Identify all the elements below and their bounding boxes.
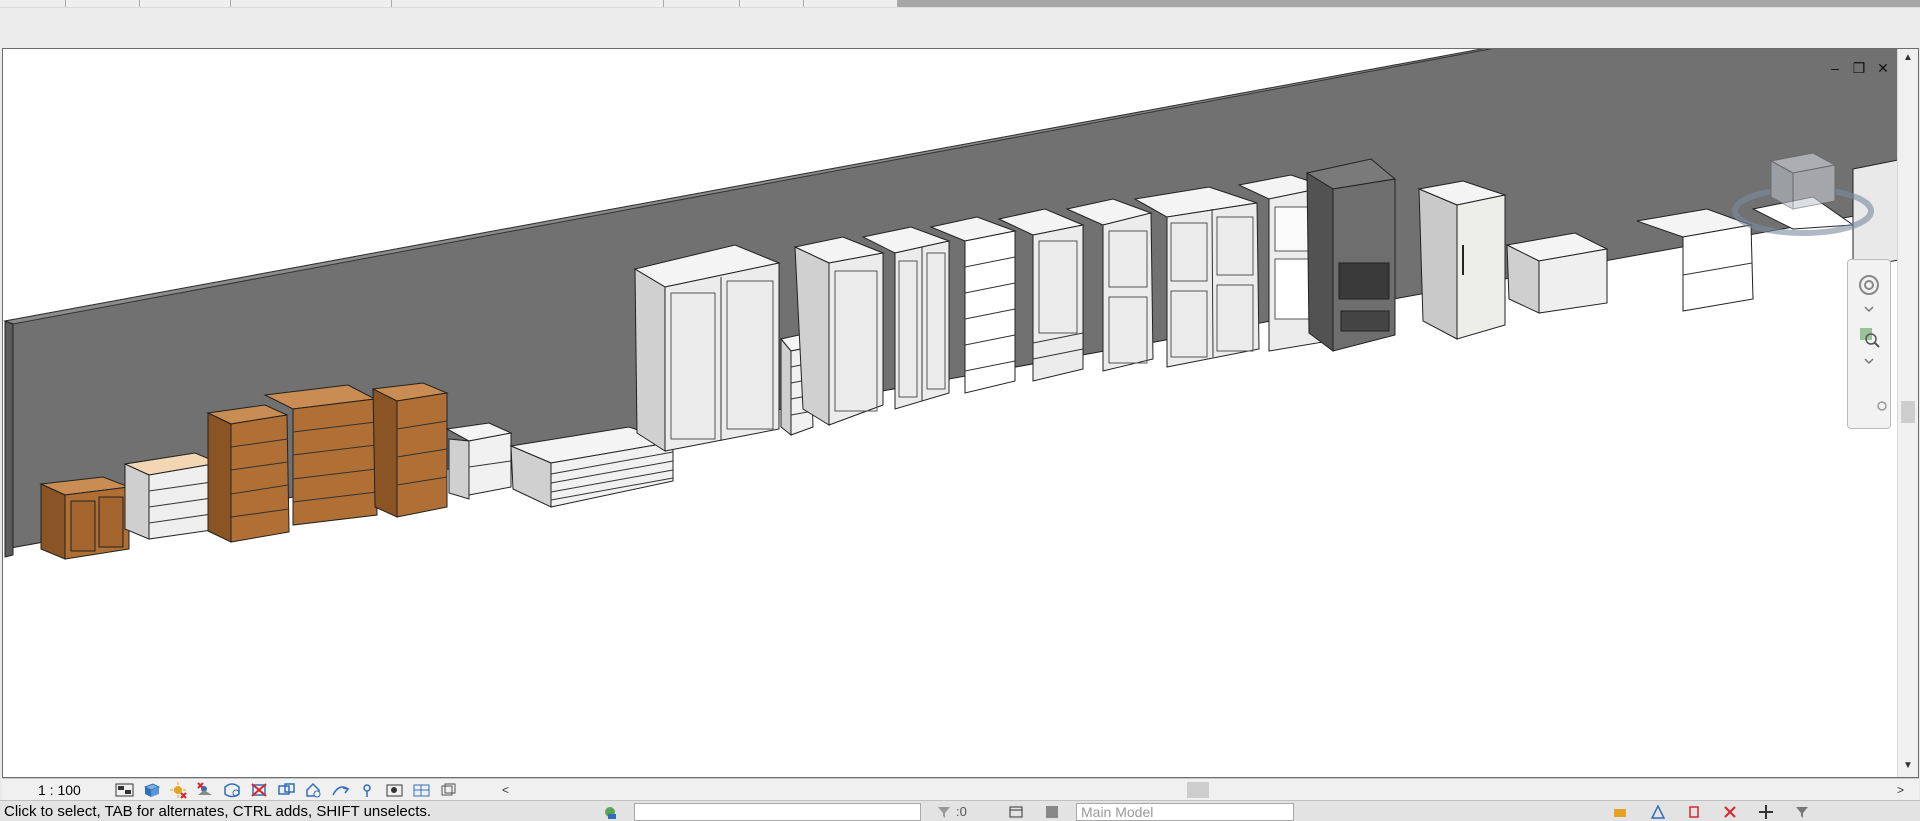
3d-model-scene[interactable] — [3, 49, 1898, 777]
design-option-field[interactable]: Main Model — [1076, 803, 1294, 821]
wall-end — [4, 320, 14, 558]
document-tab[interactable] — [231, 0, 392, 7]
chevron-down-icon[interactable] — [1858, 356, 1880, 366]
restore-view-button[interactable]: ❐ — [1852, 61, 1866, 75]
highlight-displacement-icon[interactable] — [384, 781, 405, 799]
view-scale[interactable]: 1 : 100 — [38, 782, 81, 798]
wood-base-cabinet — [39, 476, 130, 560]
status-message: Click to select, TAB for alternates, CTR… — [4, 803, 432, 820]
customize-icon[interactable] — [1876, 400, 1888, 412]
render-icon[interactable] — [222, 781, 243, 799]
worksharing-icon[interactable] — [411, 781, 432, 799]
visual-style-icon[interactable] — [141, 781, 162, 799]
scroll-up-arrow[interactable]: ▲ — [1901, 51, 1915, 65]
workset-field[interactable] — [634, 803, 921, 821]
vertical-scrollbar[interactable]: ▲ ▼ — [1897, 49, 1918, 777]
design-options-icon[interactable] — [1044, 804, 1060, 820]
document-tab[interactable] — [66, 0, 140, 7]
document-tab[interactable] — [804, 0, 898, 7]
document-tab[interactable] — [0, 0, 66, 7]
view-window-controls: – ❐ ✕ — [1828, 61, 1890, 75]
wood-tall-chest — [206, 404, 290, 543]
select-pinned-icon[interactable] — [1686, 804, 1702, 820]
analytical-model-icon[interactable] — [438, 781, 459, 799]
scroll-right-arrow[interactable]: > — [1897, 782, 1904, 798]
chest-freezer — [1505, 232, 1609, 314]
status-bar: Click to select, TAB for alternates, CTR… — [0, 800, 1920, 821]
reveal-hidden-icon[interactable] — [330, 781, 351, 799]
vertical-scroll-thumb[interactable] — [1901, 401, 1915, 423]
minimize-view-button[interactable]: – — [1828, 61, 1842, 75]
scroll-down-arrow[interactable]: ▼ — [1901, 759, 1915, 773]
filter-funnel-icon[interactable] — [1794, 804, 1810, 820]
sun-path-icon[interactable] — [168, 781, 189, 799]
crop-view-icon[interactable] — [249, 781, 270, 799]
drag-elements-icon[interactable] — [1758, 804, 1774, 820]
oven-tower — [1305, 158, 1397, 352]
white-base-unit — [445, 422, 513, 500]
view-control-bar: 1 : 100 < > — [2, 778, 1919, 800]
zoom-icon[interactable] — [1858, 326, 1880, 348]
options-bar — [0, 8, 1920, 48]
wall-face — [4, 49, 1898, 550]
show-crop-icon[interactable] — [276, 781, 297, 799]
worksets-icon[interactable] — [602, 804, 618, 820]
temporary-hide-icon[interactable] — [303, 781, 324, 799]
tab-overflow-area — [898, 0, 1920, 7]
lock-3d-view-icon[interactable] — [357, 781, 378, 799]
document-tab[interactable] — [664, 0, 740, 7]
detail-level-icon[interactable] — [114, 781, 135, 799]
document-tab[interactable] — [140, 0, 231, 7]
editable-only-icon[interactable] — [1008, 804, 1024, 820]
steering-wheel-icon[interactable] — [1858, 274, 1880, 296]
3d-view-viewport[interactable]: – ❐ ✕ ▲ ▼ — [2, 48, 1919, 778]
scroll-left-arrow[interactable]: < — [502, 782, 509, 798]
horizontal-scroll-thumb[interactable] — [1187, 782, 1209, 798]
select-underlay-icon[interactable] — [1650, 804, 1666, 820]
document-tabs-strip — [0, 0, 1920, 8]
selection-count: :0 — [956, 804, 967, 819]
wood-chest — [371, 382, 449, 518]
select-links-icon[interactable] — [1612, 804, 1628, 820]
chevron-down-icon[interactable] — [1858, 304, 1880, 314]
shadows-icon[interactable] — [195, 781, 216, 799]
document-tab[interactable] — [740, 0, 804, 7]
view-control-icons — [114, 781, 459, 799]
navigation-bar — [1847, 259, 1891, 429]
document-tab[interactable] — [392, 0, 664, 7]
horizontal-scrollbar[interactable]: < > — [502, 782, 1904, 798]
white-drawer-base — [123, 452, 221, 540]
filter-icon[interactable] — [936, 804, 952, 820]
refrigerator — [1417, 180, 1507, 340]
tall-single-door-cabinet — [793, 236, 885, 426]
tall-wardrobe — [633, 244, 781, 452]
select-by-face-icon[interactable] — [1722, 804, 1738, 820]
close-view-button[interactable]: ✕ — [1876, 61, 1890, 75]
